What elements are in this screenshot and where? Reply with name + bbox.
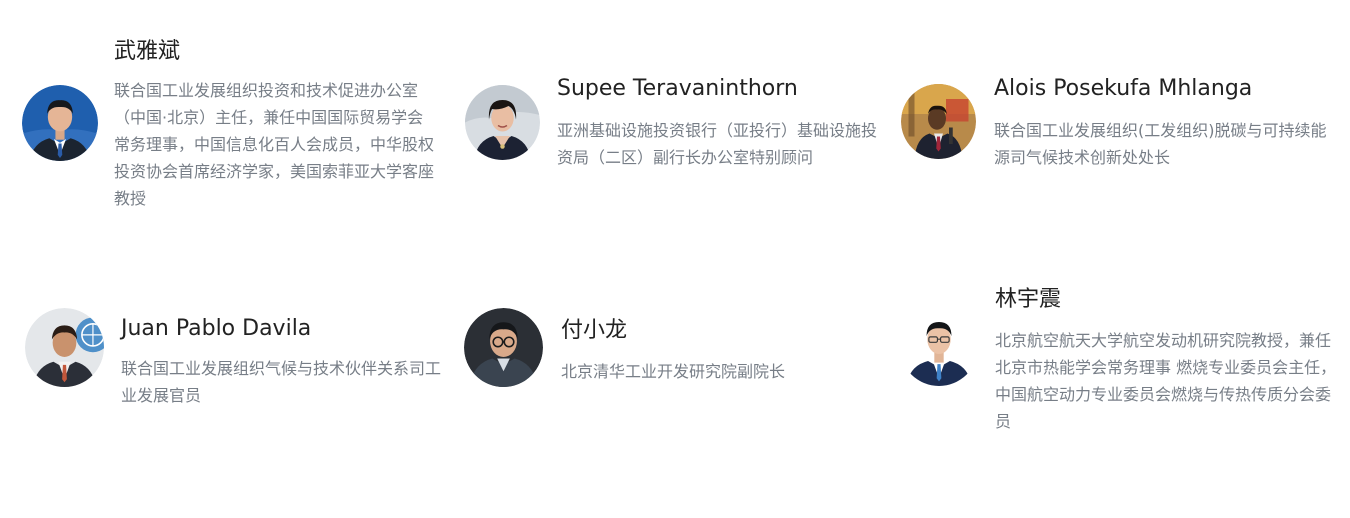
portrait-man-glasses-icon <box>464 308 543 387</box>
speaker-name: 付小龙 <box>561 318 628 343</box>
speaker-name: Juan Pablo Davila <box>121 316 312 341</box>
portrait-man-suit-icon <box>22 85 98 161</box>
speaker-avatar <box>25 308 104 387</box>
portrait-man-speaking-icon <box>901 84 976 159</box>
speaker-name: 林宇震 <box>995 287 1062 312</box>
speaker-description: 北京清华工业开发研究院副院长 <box>561 362 786 381</box>
speaker-description: 亚洲基础设施投资银行（亚投行）基础设施投资局（二区）副行长办公室特别顾问 <box>557 121 878 167</box>
speaker-description: 联合国工业发展组织(工发组织)脱碳与可持续能源司气候技术创新处处长 <box>994 121 1327 167</box>
speaker-avatar <box>465 85 540 160</box>
speaker-avatar <box>464 308 543 387</box>
portrait-man-un-backdrop-icon <box>25 308 104 387</box>
speaker-avatar <box>901 84 976 159</box>
speaker-avatar <box>22 85 98 161</box>
speaker-description: 联合国工业发展组织气候与技术伙伴关系司工业发展官员 <box>121 359 442 405</box>
speaker-description: 联合国工业发展组织投资和技术促进办公室（中国·北京）主任，兼任中国国际贸易学会常… <box>114 81 435 208</box>
speaker-description: 北京航空航天大学航空发动机研究院教授，兼任北京市热能学会常务理事 燃烧专业委员会… <box>995 331 1337 431</box>
portrait-man-glasses-suit-icon <box>900 308 978 386</box>
speaker-name: Alois Posekufa Mhlanga <box>994 76 1253 101</box>
speaker-name: Supee Teravaninthorn <box>557 76 798 101</box>
speaker-avatar <box>900 308 978 386</box>
portrait-woman-icon <box>465 85 540 160</box>
speaker-name: 武雅斌 <box>114 39 181 64</box>
